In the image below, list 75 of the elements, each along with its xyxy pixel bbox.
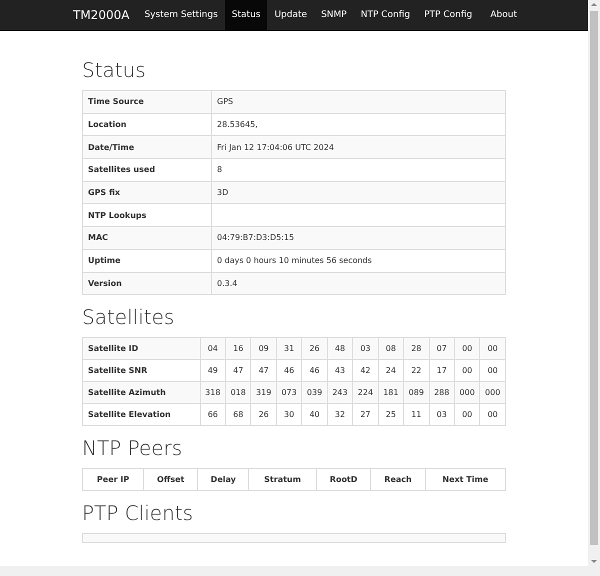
scroll-down-icon[interactable] <box>591 560 597 563</box>
table-cell: Satellite Elevation <box>82 404 200 426</box>
table-cell: 00 <box>480 338 506 360</box>
table-cell: 26 <box>250 404 276 426</box>
nav-link[interactable]: About <box>483 0 524 30</box>
table-cell: 089 <box>404 382 429 404</box>
scrollbar[interactable] <box>588 0 600 566</box>
table-cell: 40 <box>302 404 328 426</box>
table-cell: MAC <box>82 226 212 250</box>
column-header: Delay <box>198 468 249 491</box>
table-cell: 08 <box>378 338 404 360</box>
table-cell: 181 <box>378 382 404 404</box>
brand-link[interactable]: TM2000A <box>68 0 138 30</box>
section-heading: PTP Clients <box>82 501 194 526</box>
table-cell: 018 <box>226 382 251 404</box>
table-cell: Satellite ID <box>82 338 200 360</box>
table-cell: 03 <box>352 338 378 360</box>
table-cell: 07 <box>429 338 454 360</box>
column-header: Next Time <box>425 468 506 491</box>
nav-link[interactable]: Status <box>224 0 268 30</box>
section-heading: Satellites <box>82 305 176 330</box>
table-cell: 26 <box>302 338 328 360</box>
nav-link[interactable]: SNMP <box>314 0 354 30</box>
nav-link[interactable]: NTP Config <box>354 0 418 30</box>
table-cell: 288 <box>429 382 454 404</box>
table-cell: 224 <box>352 382 378 404</box>
table-cell: 318 <box>200 382 226 404</box>
table-cell: 243 <box>327 382 353 404</box>
table-cell: 31 <box>276 338 302 360</box>
table-cell: Fri Jan 12 17:04:06 UTC 2024 <box>212 136 506 159</box>
column-header: Reach <box>370 468 426 491</box>
column-header: Stratum <box>248 468 316 491</box>
nav-link[interactable]: Update <box>267 0 314 30</box>
table-cell: Time Source <box>82 90 212 114</box>
section-heading: NTP Peers <box>82 436 184 460</box>
table-cell: 48 <box>327 338 353 360</box>
table-cell: 16 <box>226 338 251 360</box>
table-cell: 00 <box>454 338 480 360</box>
table-cell: 25 <box>378 404 404 426</box>
scroll-up-icon[interactable] <box>591 3 597 6</box>
nav-link[interactable]: System Settings <box>137 0 225 30</box>
table-cell: Uptime <box>82 249 212 272</box>
column-header: Offset <box>144 468 198 491</box>
section-heading: Status <box>82 58 147 82</box>
column-header: Peer IP <box>82 468 144 491</box>
table-cell: Date/Time <box>82 136 212 159</box>
table-cell: 03 <box>429 404 454 426</box>
table-cell: 0 days 0 hours 10 minutes 56 seconds <box>212 249 506 272</box>
table-cell: 00 <box>454 404 480 426</box>
table-cell: 30 <box>276 404 302 426</box>
table-cell: 11 <box>404 404 429 426</box>
table-cell: 3D <box>212 181 506 204</box>
table-cell: 04:79:B7:D3:D5:15 <box>212 226 506 250</box>
table-cell: Satellites used <box>82 158 212 182</box>
table-cell: Version <box>82 272 212 295</box>
table-cell: 000 <box>454 382 480 404</box>
nav-link[interactable]: PTP Config <box>417 0 480 30</box>
column-header: RootD <box>316 468 371 491</box>
table-cell: GPS <box>212 90 506 114</box>
table-cell: GPS fix <box>82 181 212 204</box>
table-cell: 000 <box>480 382 506 404</box>
table-cell: 319 <box>250 382 276 404</box>
table-cell: 68 <box>226 404 251 426</box>
table-cell: 039 <box>302 382 328 404</box>
table-cell: 32 <box>327 404 353 426</box>
table-cell: 00 <box>480 404 506 426</box>
table-cell: 073 <box>276 382 302 404</box>
table-cell: 09 <box>250 338 276 360</box>
table-cell: 0.3.4 <box>212 272 506 295</box>
table-cell: 04 <box>200 338 226 360</box>
table-cell: 27 <box>352 404 378 426</box>
table-cell: 66 <box>200 404 226 426</box>
table-cell: 28 <box>404 338 429 360</box>
table-cell: Satellite Azimuth <box>82 382 200 404</box>
table-cell: 8 <box>212 158 506 182</box>
